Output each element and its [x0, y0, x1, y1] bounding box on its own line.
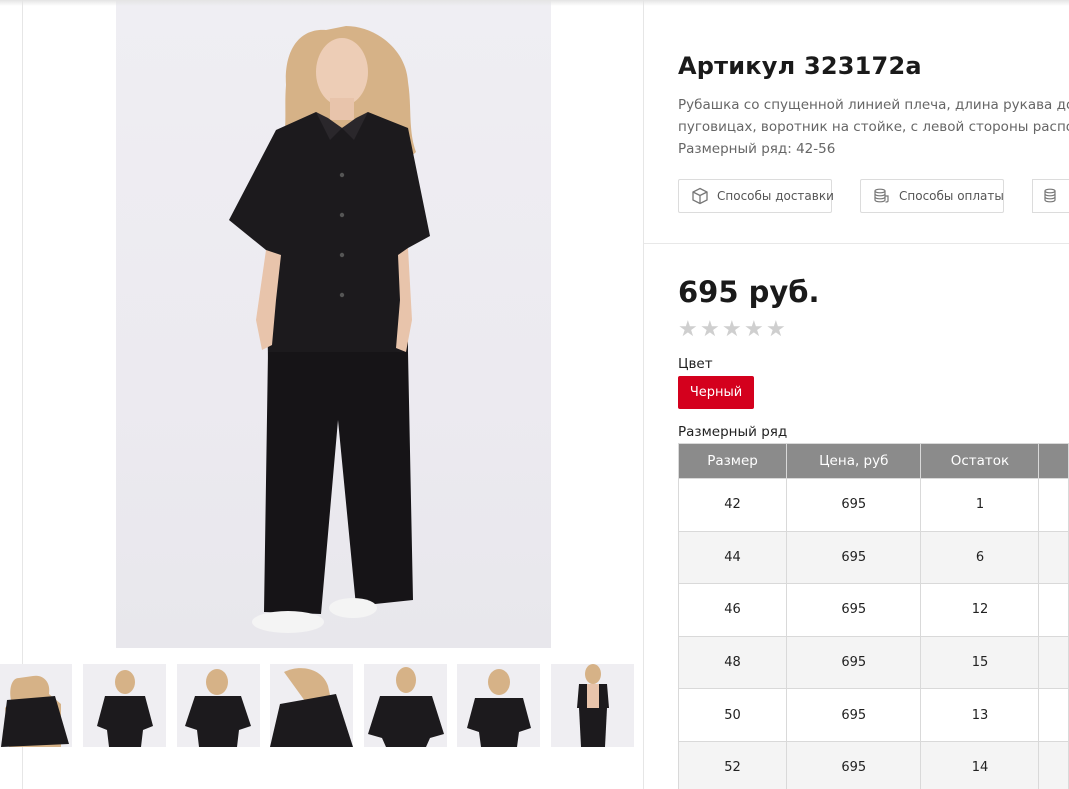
extra-cell[interactable] [1038, 740, 1069, 789]
price-cell: 695 [786, 530, 922, 585]
thumbnail-1[interactable] [0, 664, 72, 747]
extra-cell[interactable] [1038, 478, 1069, 532]
description-line: Рубашка со спущенной линией плеча, длина… [678, 97, 1069, 113]
size-cell: 46 [677, 583, 788, 637]
column-header-stock: Остаток [920, 443, 1040, 479]
top-shadow [0, 0, 1069, 6]
thumbnail-5[interactable] [364, 664, 447, 747]
thumbnail-6[interactable] [457, 664, 540, 747]
color-label: Цвет [678, 356, 713, 372]
size-cell: 44 [677, 530, 788, 585]
payment-methods-label: Способы оплаты [899, 189, 1004, 203]
model-illustration [229, 26, 430, 633]
stock-cell: 12 [920, 583, 1040, 637]
box-icon [691, 187, 709, 205]
column-header-extra [1038, 443, 1069, 479]
star-icon[interactable]: ★ [744, 318, 766, 342]
table-row: 48 695 15 [677, 635, 1069, 690]
stock-cell: 13 [920, 688, 1040, 742]
thumbnail-7[interactable] [551, 664, 634, 747]
description-line: Размерный ряд: 42-56 [678, 141, 836, 157]
extra-cell[interactable] [1038, 635, 1069, 690]
color-option-black[interactable]: Черный [678, 376, 754, 409]
more-info-button[interactable] [1032, 179, 1069, 213]
thumbnail-3[interactable] [177, 664, 260, 747]
price-cell: 695 [786, 740, 922, 789]
column-header-price: Цена, руб [786, 443, 922, 479]
size-cell: 52 [677, 740, 788, 789]
rating-stars: ★ ★ ★ ★ ★ [678, 318, 788, 342]
product-title: Артикул 323172а [678, 52, 922, 80]
price-cell: 695 [786, 688, 922, 742]
stock-cell: 14 [920, 740, 1040, 789]
size-range-label: Размерный ряд [678, 424, 788, 440]
extra-cell[interactable] [1038, 530, 1069, 585]
table-header-row: Размер Цена, руб Остаток [677, 443, 1069, 479]
thumbnail-2[interactable] [83, 664, 166, 747]
star-icon[interactable]: ★ [766, 318, 788, 342]
stock-cell: 15 [920, 635, 1040, 690]
main-product-photo[interactable] [116, 0, 551, 648]
table-row: 52 695 14 [677, 740, 1069, 789]
description-line: пуговицах, воротник на стойке, с левой с… [678, 119, 1069, 135]
stock-cell: 6 [920, 530, 1040, 585]
delivery-methods-button[interactable]: Способы доставки [678, 179, 834, 213]
coins-icon [1043, 187, 1061, 205]
size-table: Размер Цена, руб Остаток 42 695 1 44 695… [677, 443, 1069, 789]
section-divider [644, 243, 1069, 244]
star-icon[interactable]: ★ [722, 318, 744, 342]
size-cell: 48 [677, 635, 788, 690]
payment-methods-button[interactable]: Способы оплаты [860, 179, 1004, 213]
stock-cell: 1 [920, 478, 1040, 532]
table-row: 44 695 6 [677, 530, 1069, 585]
product-price: 695 руб. [678, 275, 820, 309]
size-cell: 50 [677, 688, 788, 742]
extra-cell[interactable] [1038, 583, 1069, 637]
coins-icon [873, 187, 891, 205]
thumbnail-strip [0, 664, 643, 747]
price-cell: 695 [786, 478, 922, 532]
star-icon[interactable]: ★ [678, 318, 700, 342]
price-cell: 695 [786, 635, 922, 690]
size-cell: 42 [677, 478, 788, 532]
product-description: Рубашка со спущенной линией плеча, длина… [678, 94, 1069, 160]
table-row: 42 695 1 [677, 478, 1069, 532]
delivery-methods-label: Способы доставки [717, 189, 834, 203]
column-divider [643, 0, 644, 789]
star-icon[interactable]: ★ [700, 318, 722, 342]
thumbnail-4[interactable] [270, 664, 353, 747]
extra-cell[interactable] [1038, 688, 1069, 742]
column-header-size: Размер [677, 443, 788, 479]
price-cell: 695 [786, 583, 922, 637]
table-row: 50 695 13 [677, 688, 1069, 742]
table-row: 46 695 12 [677, 583, 1069, 637]
